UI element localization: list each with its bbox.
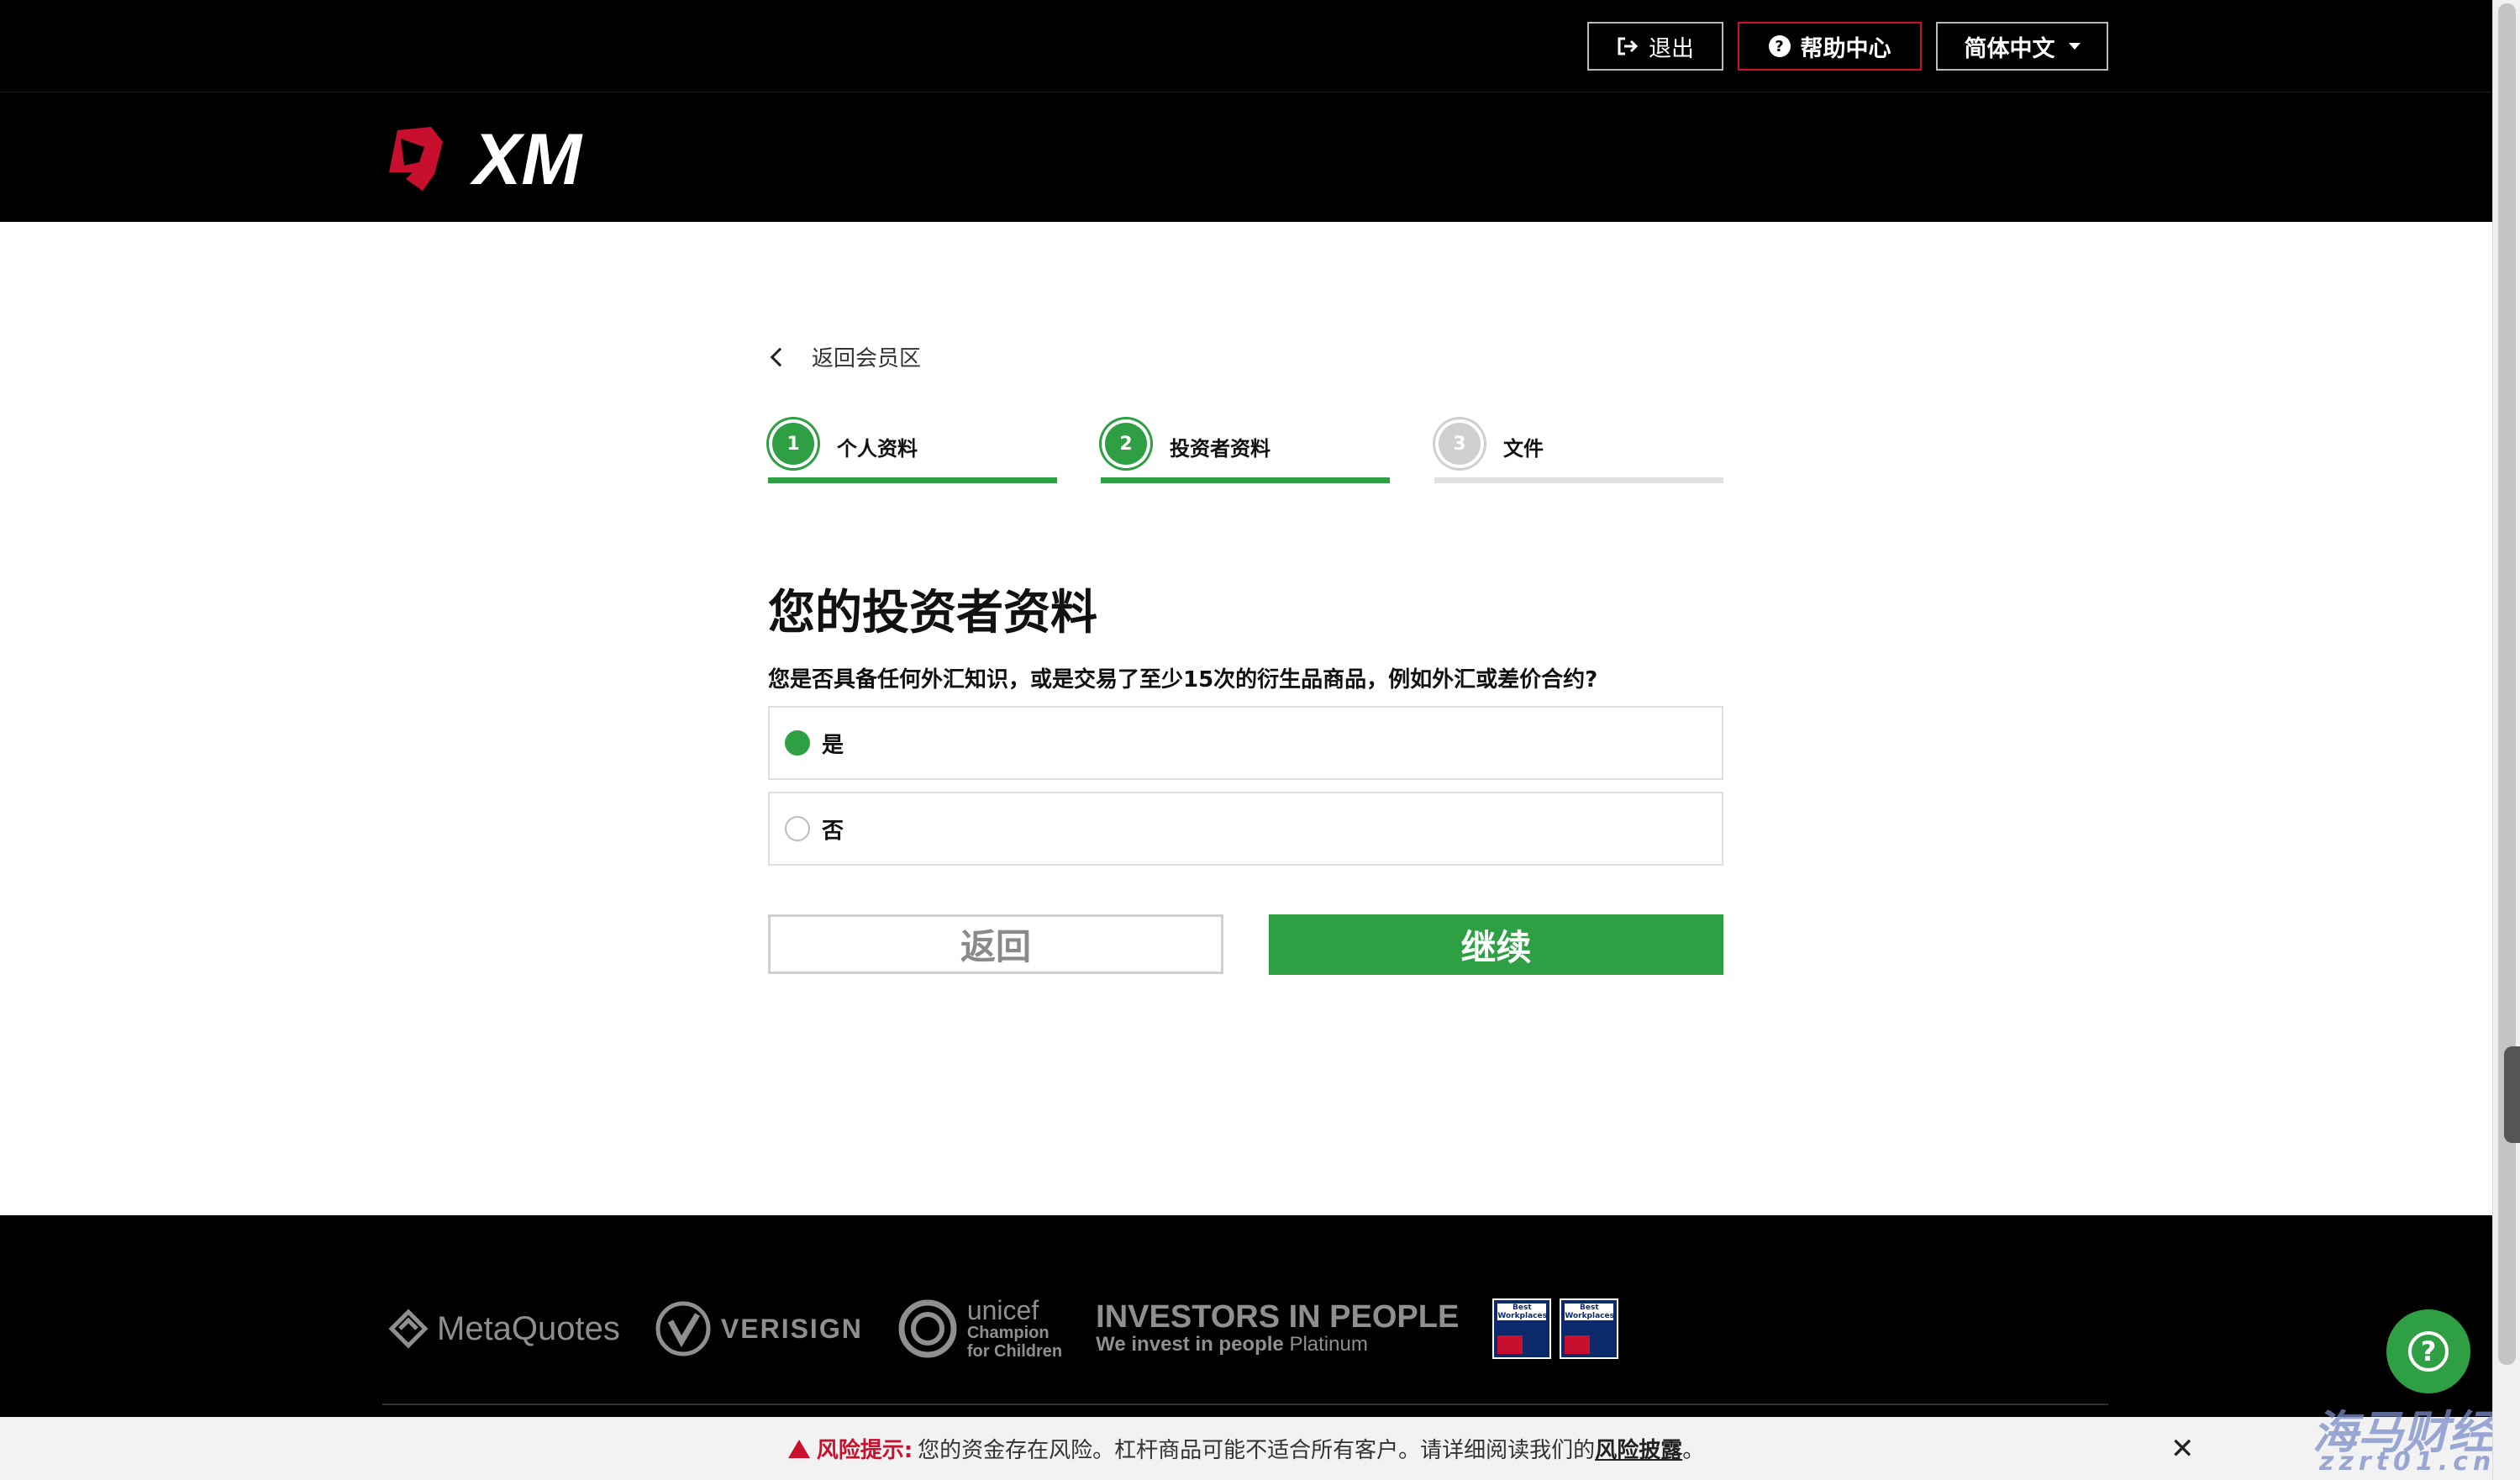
side-widget-handle[interactable] [2504,1046,2520,1143]
unicef-text: unicef [966,1295,1039,1325]
verisign-check-icon [655,1301,711,1356]
footer-divider [382,1404,2108,1405]
step-label: 文件 [1503,437,1544,461]
step-personal-info: 1 个人资料 [768,419,1057,483]
risk-warning-label: 风险提示: [816,1438,913,1463]
iip-level: Platinum [1289,1333,1368,1356]
page-title: 您的投资者资料 [768,586,1097,640]
risk-warning-end: 。 [1682,1438,1705,1463]
question-icon: ? [2408,1331,2449,1372]
site-footer: MetaQuotes VERISIGN unicef Champion for … [0,1215,2492,1417]
verisign-logo: VERISIGN [654,1299,863,1358]
language-dropdown[interactable]: 简体中文 [1936,22,2108,71]
metaquotes-icon [388,1309,429,1349]
chevron-down-icon [2068,43,2081,50]
unicef-line1: Champion [966,1324,1050,1342]
unicef-line2: for Children [966,1342,1063,1361]
warning-icon [787,1439,810,1458]
metaquotes-logo: MetaQuotes [388,1309,620,1349]
risk-disclosure-link[interactable]: 风险披露 [1595,1433,1682,1464]
best-workplaces-badges: Best Workplaces Best Workplaces [1492,1298,1619,1359]
option-label: 是 [822,732,844,758]
risk-warning-text: 您的资金存在风险。杠杆商品可能不适合所有客户。请详细阅读我们的 [918,1438,1596,1463]
top-bar: 退出 ? 帮助中心 简体中文 [0,0,2492,92]
step-progress-bar [768,477,1057,483]
badge-text: Best Workplaces [1565,1304,1614,1320]
risk-warning-bar: 风险提示: 您的资金存在风险。杠杆商品可能不适合所有客户。请详细阅读我们的 风险… [0,1417,2492,1480]
main-content: 返回会员区 1 个人资料 2 投资者资料 3 文件 您的投资者资料 您是否具备任… [0,222,2492,1215]
scrollbar-thumb[interactable] [2498,3,2516,1365]
logo-text: XM [470,124,583,192]
xm-logo[interactable]: XM [382,124,609,192]
progress-steps: 1 个人资料 2 投资者资料 3 文件 [768,419,1723,483]
option-no[interactable]: 否 [768,792,1723,866]
step-documents: 3 文件 [1434,419,1723,483]
investors-in-people-logo: INVESTORS IN PEOPLE We invest in people … [1096,1301,1459,1356]
step-progress-bar [1101,477,1390,483]
page-scrollbar[interactable] [2492,0,2520,1480]
step-number-badge: 2 [1105,423,1147,465]
unicef-logo: unicef Champion for Children [897,1297,1062,1361]
best-workplaces-badge: Best Workplaces [1492,1298,1552,1359]
back-to-members-link[interactable]: 返回会员区 [768,341,921,372]
step-investor-profile: 2 投资者资料 [1101,419,1390,483]
option-label: 否 [822,818,844,844]
logout-button[interactable]: 退出 [1587,22,1723,71]
iip-title: INVESTORS IN PEOPLE [1096,1299,1460,1335]
help-center-label: 帮助中心 [1800,35,1891,62]
step-progress-bar [1434,477,1723,483]
best-workplaces-badge: Best Workplaces [1560,1298,1619,1359]
verisign-text: VERISIGN [720,1313,863,1344]
badge-text: Best Workplaces [1497,1304,1547,1320]
chevron-left-icon [770,347,790,366]
close-icon[interactable]: ✕ [2170,1432,2195,1466]
unicef-icon [898,1299,957,1358]
logout-label: 退出 [1649,35,1694,62]
continue-button[interactable]: 继续 [1269,914,1723,975]
option-yes[interactable]: 是 [768,706,1723,780]
back-button[interactable]: 返回 [768,914,1223,974]
language-label: 简体中文 [1964,35,2055,62]
question-icon: ? [1768,35,1791,57]
radio-button-checked[interactable] [785,730,810,756]
help-center-button[interactable]: ? 帮助中心 [1738,22,1922,71]
iip-tagline: We invest in people [1096,1333,1284,1356]
site-header: XM [0,93,2492,222]
badge-red-block [1565,1335,1591,1354]
step-label: 投资者资料 [1170,437,1271,461]
radio-button-unchecked[interactable] [785,816,810,841]
watermark-url: zzrt01.cn [2319,1447,2496,1477]
step-number-badge: 3 [1439,423,1481,465]
logout-icon [1618,37,1639,55]
step-number-badge: 1 [772,423,814,465]
step-label: 个人资料 [837,437,918,461]
question-text: 您是否具备任何外汇知识，或是交易了至少15次的衍生品商品，例如外汇或差价合约? [768,667,1598,693]
partner-logos: MetaQuotes VERISIGN unicef Champion for … [388,1291,1619,1367]
back-link-label: 返回会员区 [812,346,922,371]
help-chat-button[interactable]: ? [2386,1309,2470,1393]
badge-red-block [1497,1335,1523,1354]
metaquotes-text: MetaQuotes [437,1309,620,1347]
